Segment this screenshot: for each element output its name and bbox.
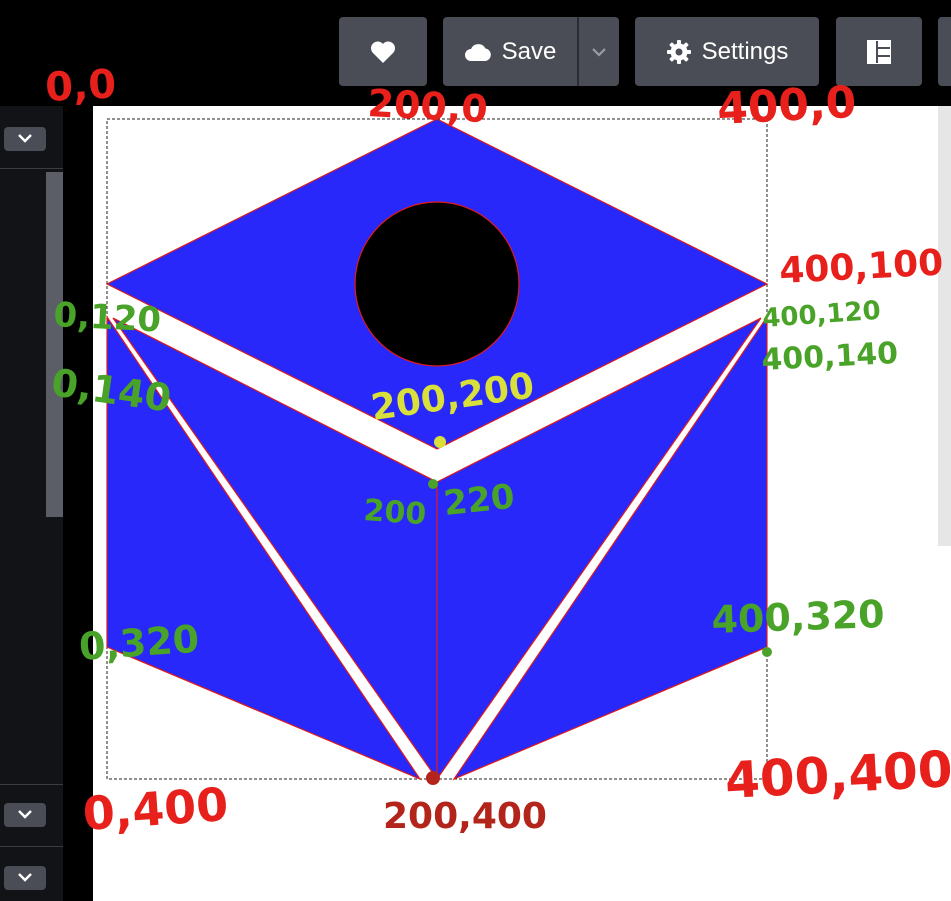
favorite-button[interactable]: [339, 17, 427, 86]
settings-label: Settings: [701, 37, 789, 65]
chevron-down-icon: [591, 47, 607, 57]
sidebar-scrollbar[interactable]: [46, 172, 63, 517]
sidebar-divider: [0, 846, 63, 847]
chevron-down-icon: [17, 806, 33, 824]
layout-button[interactable]: [836, 17, 922, 86]
sidebar-divider: [0, 168, 63, 169]
save-button[interactable]: Save: [443, 17, 577, 86]
chevron-down-icon: [17, 869, 33, 887]
save-menu-button[interactable]: [579, 17, 619, 86]
overflow-button[interactable]: [938, 17, 951, 86]
sidebar-divider: [0, 784, 63, 785]
drawing-canvas[interactable]: [93, 106, 951, 901]
heart-icon: [370, 40, 396, 64]
settings-button[interactable]: Settings: [635, 17, 819, 86]
sidebar-section-toggle[interactable]: [4, 803, 46, 827]
save-label: Save: [501, 37, 557, 65]
sidebar-gutter: [63, 106, 93, 901]
sidebar-section-toggle[interactable]: [4, 866, 46, 890]
chevron-down-icon: [17, 130, 33, 148]
canvas-right-panel-edge: [938, 106, 951, 546]
cloud-icon: [464, 42, 492, 62]
layout-panels-icon: [866, 39, 892, 65]
sidebar-section-toggle[interactable]: [4, 127, 46, 151]
gear-icon: [666, 39, 692, 65]
